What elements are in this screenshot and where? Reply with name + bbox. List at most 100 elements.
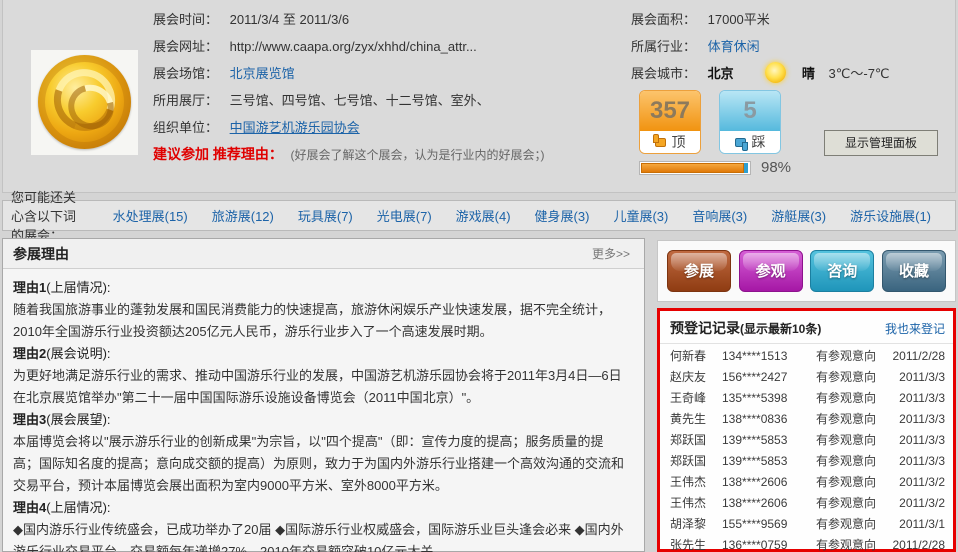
exhibition-info-panel: 展会时间： 2011/3/4 至 2011/3/6 展会网址： http://w… (2, 0, 956, 193)
registrant-name: 何新春 (670, 346, 722, 367)
vote-percent-label: 98% (761, 159, 791, 176)
registration-date: 2011/3/3 (899, 451, 945, 472)
registration-date: 2011/3/3 (899, 367, 945, 388)
info-fields-left: 展会时间： 2011/3/4 至 2011/3/6 展会网址： http://w… (153, 6, 623, 168)
reasons-panel-header: 参展理由 更多>> (3, 239, 644, 269)
field-time: 展会时间： 2011/3/4 至 2011/3/6 (153, 6, 623, 33)
registrant-name: 郑跃国 (670, 451, 722, 472)
field-city: 展会城市： 北京 晴 3℃～-7℃ (631, 60, 957, 87)
reason-text: 为更好地满足游乐行业的需求、推动中国游乐行业的发展，中国游艺机游乐园协会将于20… (13, 365, 628, 409)
related-tags-list: 水处理展(15) 旅游展(12) 玩具展(7) 光电展(7) 游戏展(4) 健身… (113, 206, 955, 225)
industry-link[interactable]: 体育休闲 (708, 39, 760, 54)
action-buttons-box: 参展 参观 咨询 收藏 (657, 240, 956, 302)
related-tag-link[interactable]: 光电展(7) (377, 206, 432, 225)
vote-up-label: 顶 (672, 132, 686, 152)
field-venue: 展会场馆： 北京展览馆 (153, 60, 623, 87)
field-halls: 所用展厅： 三号馆、四号馆、七号馆、十二号馆、室外、 (153, 87, 623, 114)
vote-progress-fill (641, 163, 744, 173)
registrant-intent: 有参观意向 (816, 514, 899, 535)
visit-button[interactable]: 参观 (739, 250, 803, 292)
vote-up-button[interactable]: 357 顶 (639, 90, 701, 154)
weather-condition: 晴 (802, 66, 815, 81)
preregistration-box: 预登记记录 (显示最新10条) 我也来登记 何新春 134****1513 有参… (657, 308, 956, 552)
registration-date: 2011/2/28 (893, 535, 946, 552)
favorite-button[interactable]: 收藏 (882, 250, 946, 292)
reason-heading-context: (上届情况): (46, 500, 110, 515)
related-tag-link[interactable]: 玩具展(7) (298, 206, 353, 225)
register-me-link[interactable]: 我也来登记 (885, 320, 945, 337)
preregistration-row: 王伟杰 138****2606 有参观意向 2011/3/2 (670, 472, 945, 493)
registrant-name: 张先生 (670, 535, 722, 552)
related-tag-link[interactable]: 游乐设施展(1) (850, 206, 931, 225)
recommendation-label: 建议参加 推荐理由： (153, 146, 283, 162)
consult-button[interactable]: 咨询 (810, 250, 874, 292)
registrant-intent: 有参观意向 (816, 409, 899, 430)
vote-down-label: 踩 (752, 132, 766, 152)
exhibit-button[interactable]: 参展 (667, 250, 731, 292)
reasons-panel-body: 理由1(上届情况): 随着我国旅游事业的蓬勃发展和国民消费能力的快速提高，旅游休… (3, 269, 644, 552)
thumb-up-icon (655, 138, 666, 147)
preregistration-title: 预登记记录 (670, 318, 740, 338)
registration-date: 2011/3/3 (899, 430, 945, 451)
vote-down-button[interactable]: 5 踩 (719, 90, 781, 154)
field-halls-value: 三号馆、四号馆、七号馆、十二号馆、室外、 (230, 93, 490, 108)
related-tag-link[interactable]: 音响展(3) (692, 206, 747, 225)
reason-text: 随着我国旅游事业的蓬勃发展和国民消费能力的快速提高，旅游休闲娱乐产业快速发展，据… (13, 299, 628, 343)
sunny-weather-icon (765, 62, 786, 83)
registration-date: 2011/3/3 (899, 409, 945, 430)
related-tags-label: 您可能还关心含以下词的展会： (11, 187, 85, 244)
related-tag-link[interactable]: 水处理展(15) (113, 206, 188, 225)
registration-date: 2011/2/28 (893, 346, 946, 367)
reason-section: 理由4(上届情况): ◆国内游乐行业传统盛会，已成功举办了20届 ◆国际游乐行业… (13, 497, 628, 552)
thumb-down-icon (735, 138, 746, 147)
vote-progress-bar (639, 161, 751, 175)
vote-down-count: 5 (720, 91, 780, 131)
field-website-label: 展会网址： (153, 39, 218, 54)
field-venue-label: 展会场馆： (153, 66, 218, 81)
exhibition-detail-page: 展会时间： 2011/3/4 至 2011/3/6 展会网址： http://w… (0, 0, 958, 552)
reason-heading-context: (展会展望): (46, 412, 110, 427)
registrant-phone: 156****2427 (722, 367, 816, 388)
registrant-phone: 138****0836 (722, 409, 816, 430)
reason-heading-number: 理由1 (13, 280, 46, 295)
reason-heading-context: (上届情况): (46, 280, 110, 295)
related-tag-link[interactable]: 健身展(3) (535, 206, 590, 225)
preregistration-list: 何新春 134****1513 有参观意向 2011/2/28 赵庆友 156*… (660, 344, 953, 552)
vote-up-count: 357 (640, 91, 700, 131)
field-area: 展会面积： 17000平米 (631, 6, 957, 33)
field-industry-label: 所属行业： (631, 39, 696, 54)
field-halls-label: 所用展厅： (153, 93, 218, 108)
field-time-value: 2011/3/4 至 2011/3/6 (230, 12, 350, 27)
more-link[interactable]: 更多>> (592, 245, 630, 262)
reason-text: 本届博览会将以"展示游乐行业的创新成果"为宗旨，以"四个提高"（即：宣传力度的提… (13, 431, 628, 497)
organizer-link[interactable]: 中国游艺机游乐园协会 (230, 120, 360, 135)
venue-link[interactable]: 北京展览馆 (230, 66, 295, 81)
field-area-label: 展会面积： (631, 12, 696, 27)
show-admin-panel-button[interactable]: 显示管理面板 (824, 130, 938, 156)
related-tag-link[interactable]: 游戏展(4) (456, 206, 511, 225)
vote-progress-tip (744, 163, 748, 173)
preregistration-header: 预登记记录 (显示最新10条) 我也来登记 (660, 311, 953, 344)
registrant-phone: 138****2606 (722, 493, 816, 514)
registrant-phone: 135****5398 (722, 388, 816, 409)
reason-section: 理由3(展会展望): 本届博览会将以"展示游乐行业的创新成果"为宗旨，以"四个提… (13, 409, 628, 497)
registration-date: 2011/3/2 (899, 493, 945, 514)
preregistration-row: 何新春 134****1513 有参观意向 2011/2/28 (670, 346, 945, 367)
preregistration-row: 黄先生 138****0836 有参观意向 2011/3/3 (670, 409, 945, 430)
registrant-name: 黄先生 (670, 409, 722, 430)
preregistration-row: 郑跃国 139****5853 有参观意向 2011/3/3 (670, 430, 945, 451)
exhibit-reasons-panel: 参展理由 更多>> 理由1(上届情况): 随着我国旅游事业的蓬勃发展和国民消费能… (2, 238, 645, 552)
vote-up-footer: 顶 (640, 131, 700, 153)
preregistration-row: 赵庆友 156****2427 有参观意向 2011/3/3 (670, 367, 945, 388)
registrant-intent: 有参观意向 (816, 367, 899, 388)
reason-text: ◆国内游乐行业传统盛会，已成功举办了20届 ◆国际游乐行业权威盛会，国际游乐业巨… (13, 519, 628, 552)
related-tag-link[interactable]: 旅游展(12) (212, 206, 274, 225)
exhibition-medal-image (31, 50, 138, 155)
registrant-intent: 有参观意向 (816, 451, 899, 472)
related-tag-link[interactable]: 游艇展(3) (771, 206, 826, 225)
field-industry: 所属行业： 体育休闲 (631, 33, 957, 60)
reason-heading: 理由2(展会说明): (13, 343, 628, 365)
registrant-name: 王伟杰 (670, 493, 722, 514)
city-name: 北京 (708, 66, 734, 81)
related-tag-link[interactable]: 儿童展(3) (613, 206, 668, 225)
